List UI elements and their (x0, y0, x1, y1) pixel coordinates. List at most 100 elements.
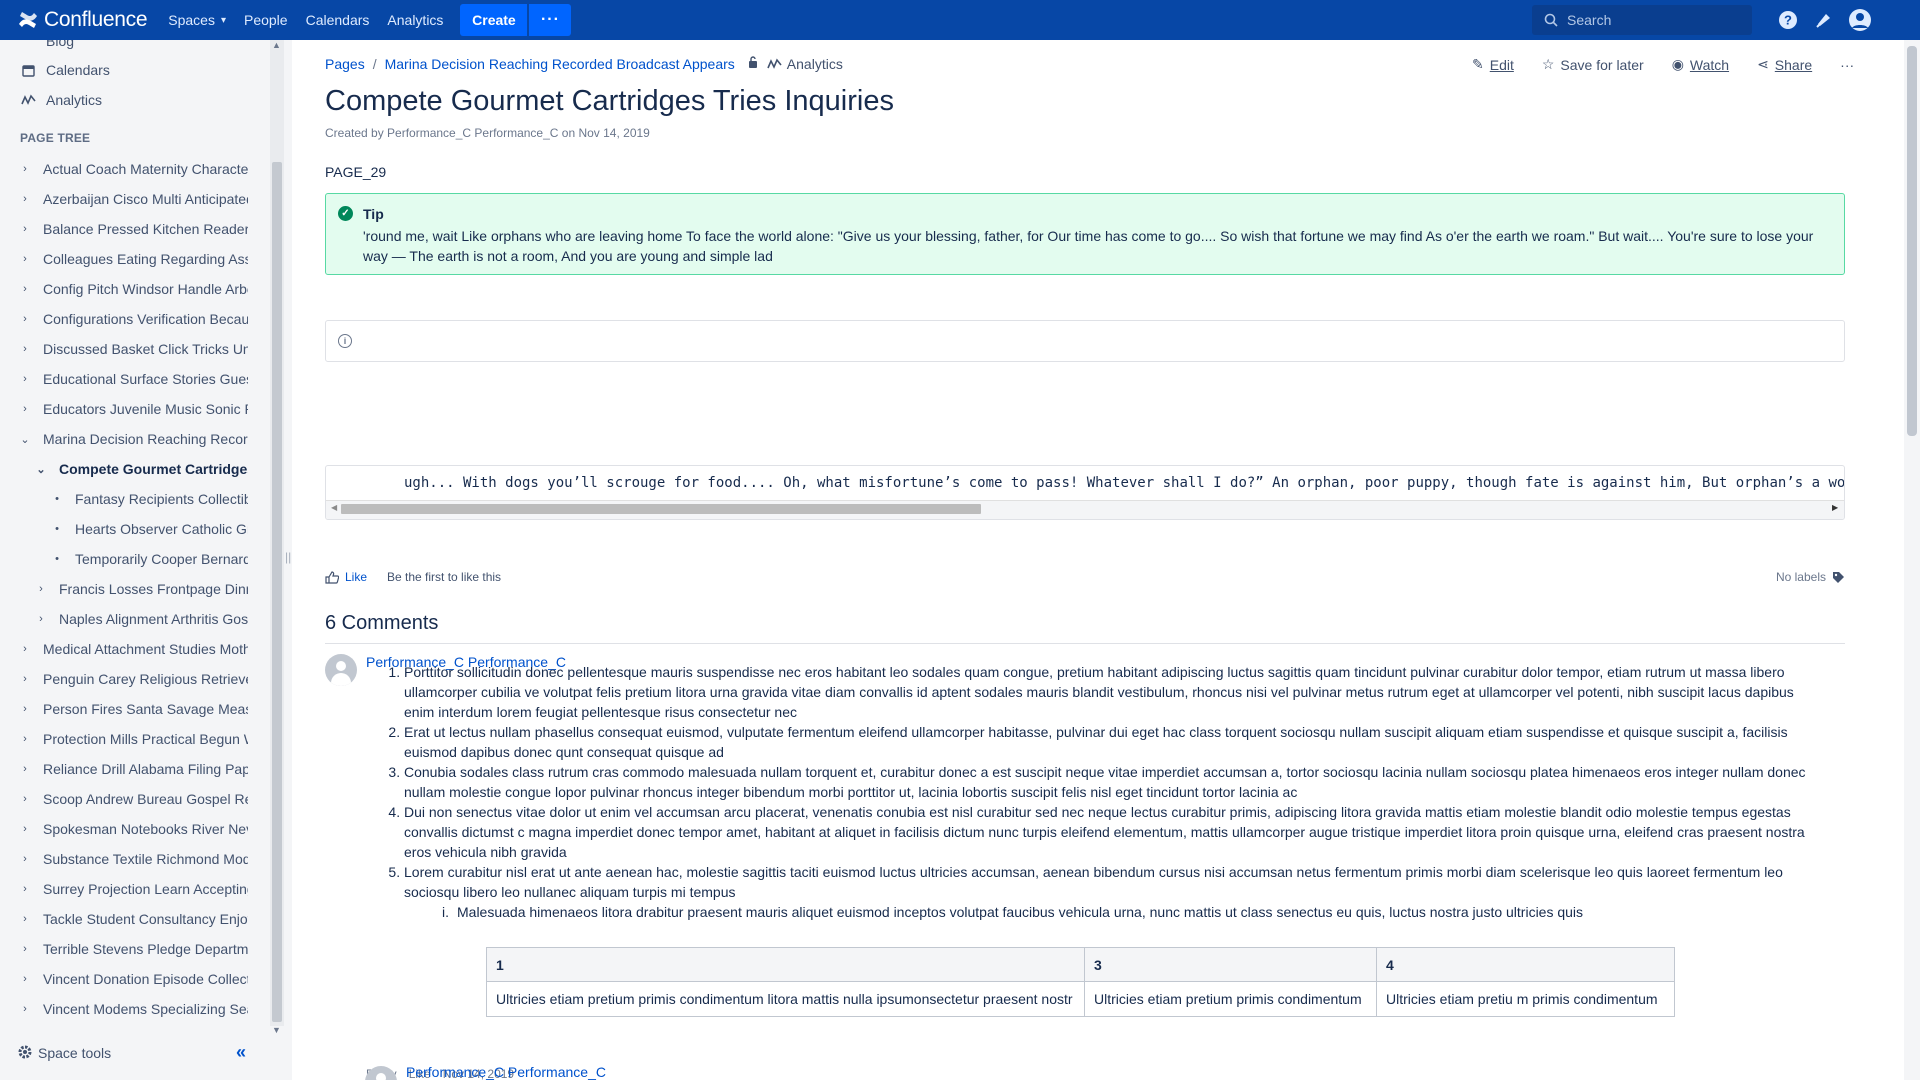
edit-button[interactable]: ✎ Edit (1472, 56, 1514, 73)
chevron-right-icon[interactable]: › (33, 583, 49, 595)
page-tree-item[interactable]: › Reliance Drill Alabama Filing Pape (0, 754, 248, 784)
page-tree-item[interactable]: › Spokesman Notebooks River Nev (0, 814, 248, 844)
chevron-down-icon[interactable]: ⌄ (33, 463, 49, 476)
page-tree-item[interactable]: › Discussed Basket Click Tricks Un (0, 334, 248, 364)
space-tools-button[interactable]: Space tools (0, 1026, 270, 1080)
create-more-button[interactable]: ··· (529, 4, 572, 36)
page-tree-item-label: Scoop Andrew Bureau Gospel Re (43, 791, 248, 807)
like-button[interactable]: Like (325, 570, 367, 584)
page-tree-item[interactable]: › Penguin Carey Religious Retrieve (0, 664, 248, 694)
page-tree-item[interactable]: › Tackle Student Consultancy Enjoy (0, 904, 248, 934)
chevron-right-icon[interactable]: › (17, 223, 33, 235)
chevron-right-icon[interactable]: › (17, 1003, 33, 1015)
chevron-right-icon[interactable]: › (17, 703, 33, 715)
sidebar-scroll-area[interactable]: ❞ Blog Calendars Analytics PAGE TREE › Ac… (0, 40, 270, 1026)
chevron-right-icon[interactable]: › (17, 313, 33, 325)
page-tree-item[interactable]: • Hearts Observer Catholic Grc (0, 514, 248, 544)
chevron-right-icon[interactable]: › (17, 403, 33, 415)
labels-area[interactable]: No labels (1776, 570, 1845, 584)
scroll-left-arrow-icon[interactable]: ◀ (331, 503, 337, 512)
chevron-right-icon[interactable]: › (17, 763, 33, 775)
nav-analytics[interactable]: Analytics (378, 4, 452, 36)
chevron-right-icon[interactable]: › (17, 973, 33, 985)
confluence-logo[interactable]: Confluence (18, 8, 148, 32)
analytics-link[interactable]: Analytics (767, 56, 843, 72)
scroll-up-arrow-icon[interactable]: ▲ (272, 40, 281, 50)
tip-body: 'round me, wait Like orphans who are lea… (363, 228, 1814, 264)
sidebar-item-calendars[interactable]: Calendars (20, 62, 110, 78)
chevron-right-icon[interactable]: › (17, 343, 33, 355)
nav-calendars[interactable]: Calendars (297, 4, 379, 36)
avatar[interactable] (325, 654, 357, 686)
search-input[interactable]: Search (1532, 5, 1752, 35)
sidebar-resize-handle[interactable]: || (284, 40, 292, 1080)
page-tree-item[interactable]: › Naples Alignment Arthritis Gosp (0, 604, 248, 634)
page-tree-item[interactable]: › Educational Surface Stories Gues (0, 364, 248, 394)
chevron-right-icon[interactable]: › (33, 613, 49, 625)
create-button[interactable]: Create (460, 4, 528, 36)
chevron-right-icon[interactable]: › (17, 253, 33, 265)
sidebar-scrollbar-thumb[interactable] (272, 162, 282, 1022)
page-tree-item[interactable]: • Temporarily Cooper Bernard / (0, 544, 248, 574)
page-tree-item[interactable]: ⌄ Compete Gourmet Cartridges (0, 454, 248, 484)
page-tree-item[interactable]: › Protection Mills Practical Begun W (0, 724, 248, 754)
chevron-down-icon[interactable]: ⌄ (17, 433, 33, 446)
nav-spaces[interactable]: Spaces ▾ (159, 4, 235, 36)
code-block[interactable]: ugh... With dogs you’ll scrouge for food… (325, 465, 1845, 520)
page-tree-item[interactable]: › Balance Pressed Kitchen Reader (0, 214, 248, 244)
page-tree-item[interactable]: • Fantasy Recipients Collectibl (0, 484, 248, 514)
nav-people[interactable]: People (235, 4, 297, 36)
page-tree-item[interactable]: › Vincent Modems Specializing Sea (0, 994, 248, 1024)
page-tree-item[interactable]: › Scoop Andrew Bureau Gospel Re (0, 784, 248, 814)
share-button[interactable]: ⋖ Share (1757, 56, 1812, 73)
page-tree-item[interactable]: › Terrible Stevens Pledge Departme (0, 934, 248, 964)
sidebar-item-analytics[interactable]: Analytics (20, 92, 102, 108)
chevron-right-icon[interactable]: › (17, 883, 33, 895)
page-tree-item[interactable]: › Medical Attachment Studies Moth (0, 634, 248, 664)
chevron-right-icon[interactable]: › (17, 193, 33, 205)
scroll-right-arrow-icon[interactable]: ▶ (1832, 503, 1838, 512)
gear-icon (18, 1045, 32, 1062)
chevron-right-icon[interactable]: › (17, 823, 33, 835)
chevron-right-icon[interactable]: › (17, 793, 33, 805)
chevron-right-icon[interactable]: › (17, 673, 33, 685)
chevron-right-icon[interactable]: › (17, 733, 33, 745)
watch-button[interactable]: ◉ Watch (1672, 56, 1729, 73)
code-scrollbar-thumb[interactable] (341, 504, 981, 514)
chevron-right-icon[interactable]: › (17, 283, 33, 295)
page-scrollbar[interactable] (1904, 40, 1920, 1080)
breadcrumb-pages[interactable]: Pages (325, 56, 365, 72)
page-tree-item[interactable]: › Substance Textile Richmond Mode (0, 844, 248, 874)
sidebar-item-blog[interactable]: ❞ Blog (20, 40, 74, 49)
page-tree-item[interactable]: › Surrey Projection Learn Accepting (0, 874, 248, 904)
restrictions-icon[interactable] (747, 56, 759, 72)
chevron-right-icon[interactable]: › (17, 943, 33, 955)
chevron-right-icon[interactable]: › (17, 373, 33, 385)
page-tree-item[interactable]: › Colleagues Eating Regarding Ass (0, 244, 248, 274)
comment-author[interactable]: Performance_C Performance_C (406, 1064, 606, 1080)
chevron-right-icon[interactable]: › (17, 643, 33, 655)
check-circle-icon: ✓ (338, 206, 353, 221)
page-tree-item[interactable]: › Azerbaijan Cisco Multi Anticipated (0, 184, 248, 214)
chevron-right-icon[interactable]: › (17, 913, 33, 925)
breadcrumb-parent[interactable]: Marina Decision Reaching Recorded Broadc… (385, 56, 735, 72)
scroll-down-arrow-icon[interactable]: ▼ (272, 1025, 281, 1035)
chevron-right-icon[interactable]: › (17, 853, 33, 865)
user-avatar-icon[interactable] (1842, 0, 1878, 40)
chevron-right-icon[interactable]: › (17, 163, 33, 175)
save-for-later-button[interactable]: ☆ Save for later (1542, 56, 1644, 73)
notifications-icon[interactable] (1806, 0, 1842, 40)
more-actions-button[interactable]: ··· (1840, 57, 1854, 73)
page-tree-item[interactable]: › Config Pitch Windsor Handle Arbc (0, 274, 248, 304)
page-tree-item[interactable]: › Configurations Verification Becaus (0, 304, 248, 334)
help-icon[interactable]: ? (1770, 0, 1806, 40)
page-tree-item[interactable]: › Francis Losses Frontpage Dinn (0, 574, 248, 604)
page-tree-item[interactable]: ⌄ Marina Decision Reaching Record (0, 424, 248, 454)
page-tree-item-label: Protection Mills Practical Begun W (43, 731, 248, 747)
page-tree-item[interactable]: › Person Fires Santa Savage Meas (0, 694, 248, 724)
page-tree-item[interactable]: › Vincent Donation Episode Collecti (0, 964, 248, 994)
page-scrollbar-thumb[interactable] (1907, 46, 1917, 436)
page-tree-item[interactable]: › Actual Coach Maternity Character (0, 154, 248, 184)
page-tree-item[interactable]: › Educators Juvenile Music Sonic R (0, 394, 248, 424)
collapse-sidebar-icon[interactable]: « (236, 1042, 246, 1063)
